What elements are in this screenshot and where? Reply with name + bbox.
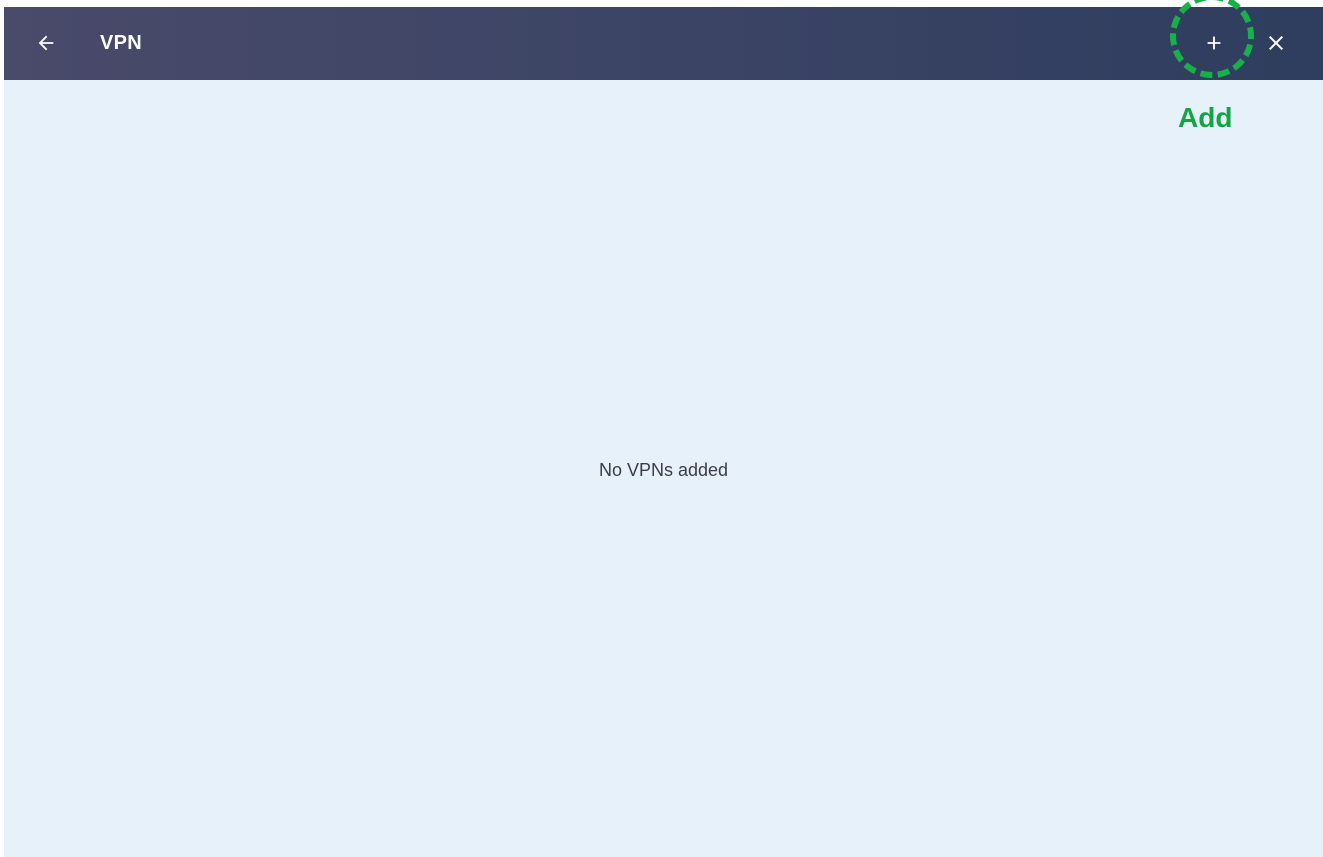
arrow-left-icon bbox=[38, 35, 54, 51]
page-title: VPN bbox=[100, 32, 143, 54]
vpn-settings-window: VPN No VPNs added bbox=[4, 7, 1323, 857]
plus-icon bbox=[1207, 36, 1221, 50]
close-button[interactable] bbox=[1258, 25, 1294, 61]
close-icon bbox=[1269, 36, 1283, 50]
top-app-bar: VPN bbox=[4, 7, 1323, 80]
empty-state-message: No VPNs added bbox=[598, 460, 729, 480]
back-button[interactable] bbox=[28, 25, 64, 61]
add-vpn-button[interactable] bbox=[1196, 25, 1232, 61]
